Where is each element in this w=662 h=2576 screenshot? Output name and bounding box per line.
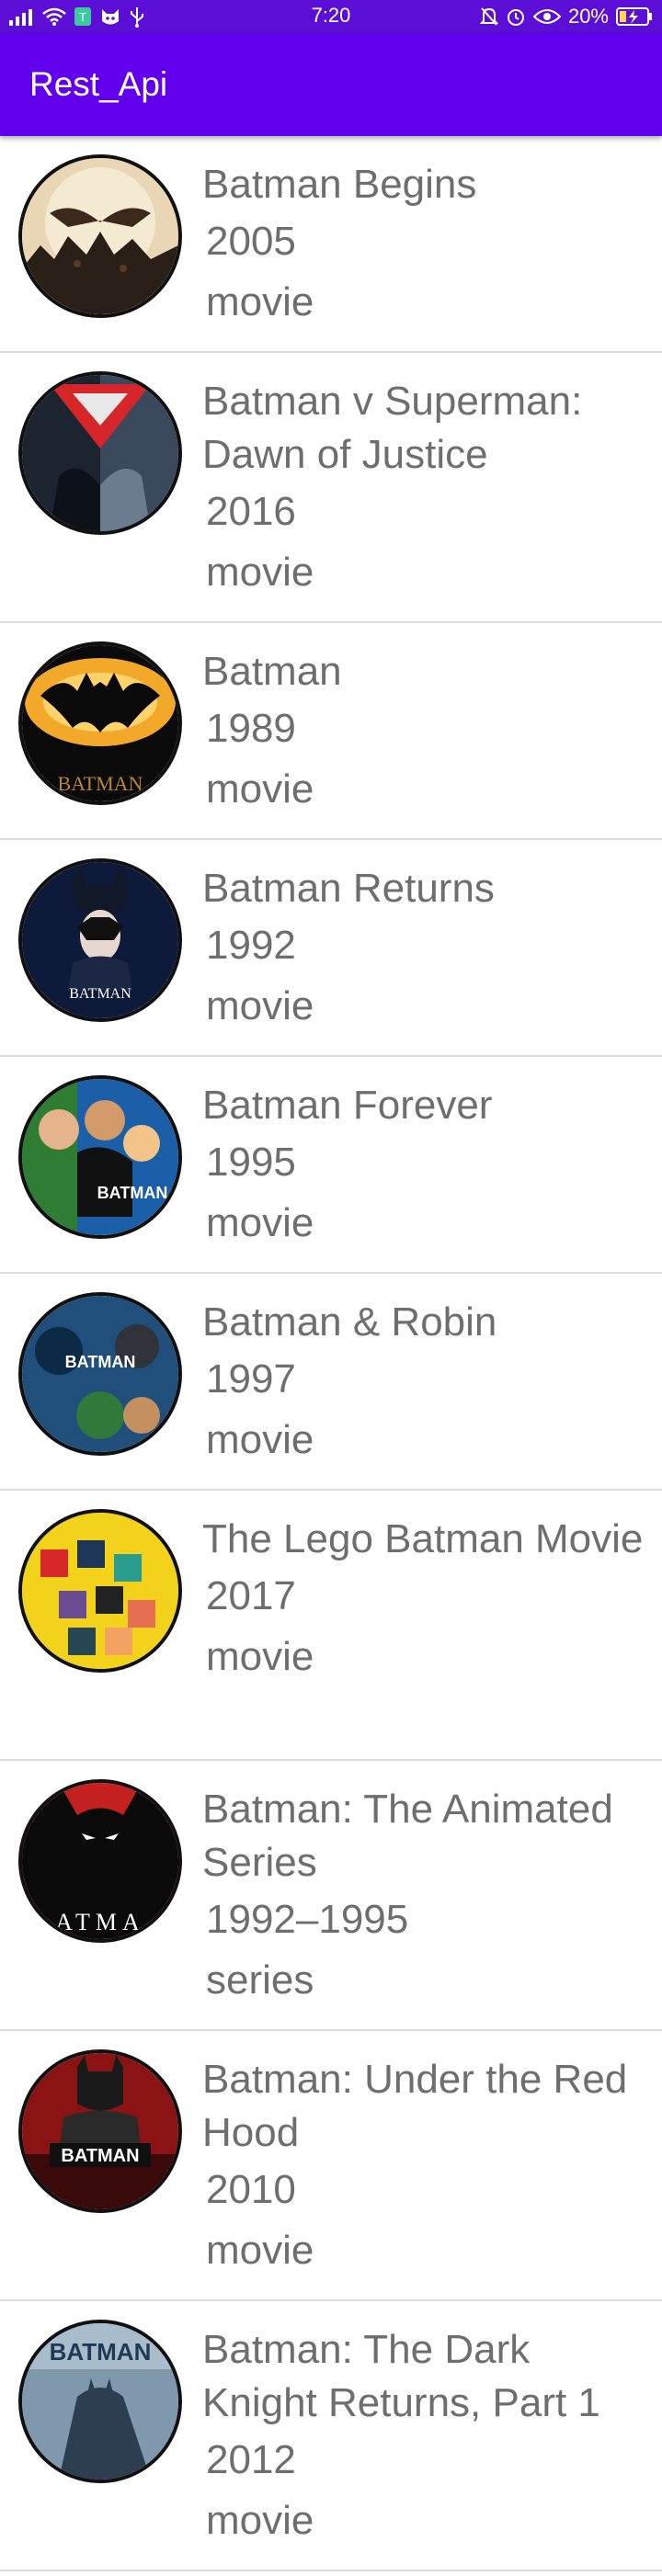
item-info: Batman v Superman: Dawn of Justice 2016 … bbox=[202, 375, 653, 603]
item-info: Batman Begins 2005 movie bbox=[202, 158, 653, 333]
item-year: 1989 bbox=[206, 706, 296, 751]
item-type: movie bbox=[206, 1200, 314, 1245]
item-info: Batman & Robin 1997 movie bbox=[202, 1296, 653, 1470]
item-year: 1992–1995 bbox=[206, 1897, 409, 1942]
item-type: movie bbox=[206, 983, 314, 1028]
eye-icon bbox=[532, 5, 561, 28]
item-info: Batman: The Animated Series 1992–1995 se… bbox=[202, 1783, 653, 2011]
item-title: Batman Returns bbox=[202, 866, 495, 911]
list-item[interactable]: BATMAN Batman: Under the Red Hood 2010 m… bbox=[0, 2031, 662, 2301]
item-title: Batman: Under the Red Hood bbox=[202, 2057, 628, 2155]
item-year: 2005 bbox=[206, 219, 296, 264]
item-year: 2010 bbox=[206, 2167, 296, 2212]
list-item[interactable]: BATMAN Batman Returns 1992 movie bbox=[0, 840, 662, 1057]
batman-forever-poster-icon: BATMAN bbox=[18, 1075, 182, 1239]
under-the-red-hood-poster-icon: BATMAN bbox=[18, 2049, 182, 2213]
item-year: 2017 bbox=[206, 1573, 296, 1618]
item-year: 1995 bbox=[206, 1140, 296, 1185]
dark-knight-returns-poster-icon: BATMAN bbox=[18, 2320, 182, 2483]
item-info: Batman Forever 1995 movie bbox=[202, 1079, 653, 1254]
item-info: Batman 1989 movie bbox=[202, 645, 653, 820]
item-year: 1997 bbox=[206, 1356, 296, 1401]
item-type: movie bbox=[206, 550, 314, 595]
lego-batman-poster-icon bbox=[18, 1509, 182, 1673]
movie-list[interactable]: Batman Begins 2005 movie Batman v Superm… bbox=[0, 136, 662, 2571]
item-title: Batman: The Animated Series bbox=[202, 1787, 613, 1885]
list-item[interactable]: Batman v Superman: Dawn of Justice 2016 … bbox=[0, 353, 662, 623]
item-info: Batman: The Dark Knight Returns, Part 1 … bbox=[202, 2323, 653, 2551]
item-type: movie bbox=[206, 1417, 314, 1462]
batman-v-superman-poster-icon bbox=[18, 371, 182, 535]
item-type: movie bbox=[206, 2498, 314, 2543]
batman-begins-poster-icon bbox=[18, 154, 182, 318]
item-title: Batman v Superman: Dawn of Justice bbox=[202, 379, 583, 477]
item-type: movie bbox=[206, 1634, 314, 1679]
status-right-icons: 20% bbox=[479, 3, 653, 30]
poster-text: ATMA bbox=[55, 1909, 145, 1935]
item-title: Batman Begins bbox=[202, 162, 477, 207]
list-item[interactable]: Batman Begins 2005 movie bbox=[0, 136, 662, 353]
batman-and-robin-poster-icon: BATMAN bbox=[18, 1292, 182, 1456]
item-type: series bbox=[206, 1958, 314, 2003]
alarm-icon bbox=[506, 5, 526, 28]
app-title: Rest_Api bbox=[29, 65, 168, 103]
item-info: Batman Returns 1992 movie bbox=[202, 862, 653, 1037]
batman-1989-poster-icon: BATMAN bbox=[18, 641, 182, 805]
item-title: Batman: The Dark Knight Returns, Part 1 bbox=[202, 2327, 600, 2425]
app-bar: Rest_Api bbox=[0, 33, 662, 136]
item-title: Batman & Robin bbox=[202, 1299, 497, 1345]
animated-series-poster-icon: ATMA bbox=[18, 1779, 182, 1943]
item-year: 2016 bbox=[206, 489, 296, 534]
list-item[interactable]: BATMAN Batman: The Dark Knight Returns, … bbox=[0, 2301, 662, 2571]
item-year: 2012 bbox=[206, 2437, 296, 2482]
item-type: movie bbox=[206, 2228, 314, 2273]
battery-percent: 20% bbox=[567, 5, 609, 28]
item-title: Batman Forever bbox=[202, 1083, 493, 1128]
mute-bell-icon bbox=[479, 5, 498, 28]
poster-text: BATMAN bbox=[58, 772, 143, 795]
item-title: Batman bbox=[202, 649, 342, 694]
list-item[interactable]: BATMAN Batman 1989 movie bbox=[0, 623, 662, 840]
item-info: The Lego Batman Movie 2017 movie bbox=[202, 1513, 653, 1687]
poster-text: BATMAN bbox=[97, 1184, 168, 1202]
poster-text: BATMAN bbox=[69, 986, 131, 1002]
status-bar: T 7:20 20% bbox=[0, 0, 662, 33]
poster-text: BATMAN bbox=[50, 2338, 152, 2366]
item-year: 1992 bbox=[206, 923, 296, 968]
battery-charging-icon bbox=[616, 5, 653, 28]
poster-text: BATMAN bbox=[61, 2146, 139, 2166]
batman-returns-poster-icon: BATMAN bbox=[18, 858, 182, 1022]
item-type: movie bbox=[206, 279, 314, 324]
list-item[interactable]: ATMA Batman: The Animated Series 1992–19… bbox=[0, 1761, 662, 2031]
list-item[interactable]: The Lego Batman Movie 2017 movie bbox=[0, 1491, 662, 1761]
list-item[interactable]: BATMAN Batman Forever 1995 movie bbox=[0, 1057, 662, 1274]
item-info: Batman: Under the Red Hood 2010 movie bbox=[202, 2053, 653, 2281]
item-title: The Lego Batman Movie bbox=[202, 1516, 644, 1561]
poster-text: BATMAN bbox=[65, 1353, 136, 1371]
list-item[interactable]: BATMAN Batman & Robin 1997 movie bbox=[0, 1274, 662, 1491]
item-type: movie bbox=[206, 766, 314, 811]
